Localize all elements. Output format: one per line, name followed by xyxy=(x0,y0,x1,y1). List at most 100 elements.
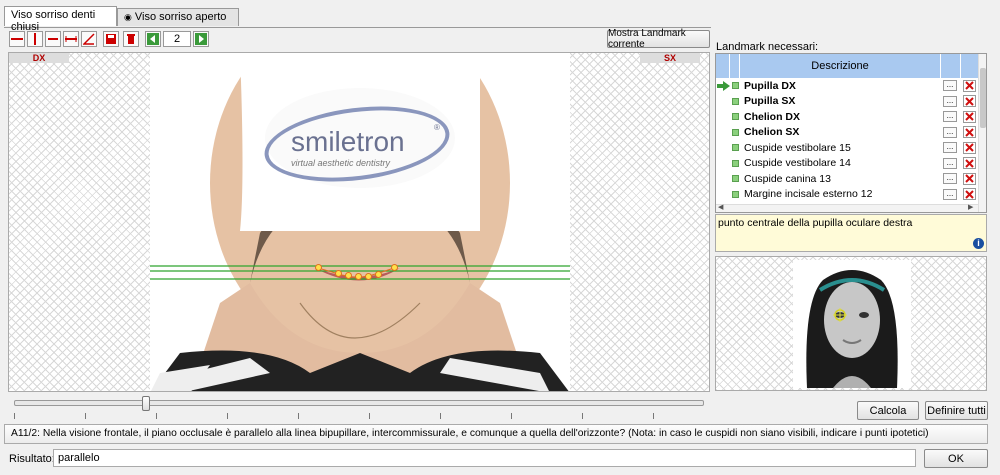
landmark-row[interactable]: Pupilla SX... xyxy=(716,94,978,109)
landmark-row[interactable]: Cuspide canina 13... xyxy=(716,171,978,186)
status-square-icon xyxy=(731,175,739,182)
arrow-left-icon xyxy=(147,33,159,45)
landmark-description-box: punto centrale della pupilla oculare des… xyxy=(715,214,987,252)
page-number-input[interactable]: 2 xyxy=(163,31,191,47)
close-icon xyxy=(964,81,974,90)
save-icon xyxy=(106,34,116,44)
landmarks-list[interactable]: Descrizione Pupilla DX... Pupilla SX... Ch… xyxy=(715,53,987,213)
status-square-icon xyxy=(731,159,739,167)
landmark-marker[interactable] xyxy=(391,264,398,271)
scroll-left-icon[interactable]: ◀ xyxy=(718,203,723,211)
close-icon xyxy=(964,112,974,121)
scroll-right-icon[interactable]: ▶ xyxy=(968,203,973,211)
previous-button[interactable] xyxy=(145,31,161,47)
close-icon xyxy=(964,96,974,106)
edit-landmark-button[interactable]: ... xyxy=(943,111,957,122)
eye-icon: ◉ xyxy=(124,12,132,22)
ok-button[interactable]: OK xyxy=(924,449,988,468)
edit-landmark-button[interactable]: ... xyxy=(943,126,957,138)
edit-landmark-button[interactable]: ... xyxy=(943,95,957,107)
close-icon xyxy=(964,127,974,137)
definire-tutti-button[interactable]: Definire tutti xyxy=(925,401,988,420)
landmark-marker[interactable] xyxy=(365,273,372,280)
edit-landmark-button[interactable]: ... xyxy=(943,142,957,153)
sx-label: SX xyxy=(640,53,700,63)
landmark-row[interactable]: Chelion DX... xyxy=(716,109,978,124)
distance-icon xyxy=(65,36,77,42)
close-icon xyxy=(964,174,974,183)
close-icon xyxy=(964,189,974,199)
angle-icon xyxy=(83,33,95,45)
delete-landmark-button[interactable] xyxy=(962,110,976,123)
zoom-slider-handle[interactable] xyxy=(142,396,150,411)
delete-landmark-button[interactable] xyxy=(962,172,976,185)
left-hatched-margin xyxy=(9,53,150,391)
tab-label: Viso sorriso aperto xyxy=(134,11,227,23)
horizontal-line-tool-button[interactable] xyxy=(9,31,25,47)
landmark-marker[interactable] xyxy=(315,264,322,271)
slider-ticks xyxy=(14,413,704,419)
landmarks-header: Descrizione xyxy=(716,54,978,78)
landmark-label: Cuspide vestibolare 15 xyxy=(744,141,851,154)
calcola-button[interactable]: Calcola xyxy=(857,401,919,420)
logo-text: smiletron xyxy=(291,126,405,157)
status-square-icon xyxy=(731,113,739,120)
scrollbar-thumb[interactable] xyxy=(980,68,986,128)
current-landmark-arrow-icon xyxy=(716,80,730,91)
reference-face-panel xyxy=(715,256,987,391)
landmark-marker[interactable] xyxy=(375,271,382,278)
vertical-line-tool-button[interactable] xyxy=(27,31,43,47)
distance-tool-button[interactable] xyxy=(63,31,79,47)
edit-landmark-button[interactable]: ... xyxy=(943,157,957,169)
landmark-label: Chelion DX xyxy=(744,110,801,123)
question-text: A11/2: Nella visione frontale, il piano … xyxy=(4,424,988,444)
landmark-marker[interactable] xyxy=(345,272,352,279)
tab-viso-sorriso-denti-chiusi[interactable]: Viso sorriso denti chiusi xyxy=(4,6,117,33)
short-line-tool-button[interactable] xyxy=(45,31,61,47)
landmark-row[interactable]: Pupilla DX... xyxy=(716,78,978,93)
save-button[interactable] xyxy=(103,31,119,47)
angle-tool-button[interactable] xyxy=(81,31,97,47)
landmark-label: Chelion SX xyxy=(744,126,800,138)
info-icon[interactable]: i xyxy=(973,238,984,249)
delete-button[interactable] xyxy=(123,31,139,47)
right-hatched-margin xyxy=(570,53,709,391)
next-button[interactable] xyxy=(193,31,209,47)
registered-mark: ® xyxy=(434,123,440,132)
delete-landmark-button[interactable] xyxy=(962,157,976,169)
result-field[interactable]: parallelo xyxy=(53,449,916,467)
delete-landmark-button[interactable] xyxy=(962,126,976,138)
dx-label: DX xyxy=(9,53,69,63)
vertical-line-icon xyxy=(34,33,36,45)
status-square-icon xyxy=(731,190,739,198)
delete-landmark-button[interactable] xyxy=(962,79,976,92)
landmark-row[interactable]: Cuspide vestibolare 15... xyxy=(716,140,978,155)
tab-viso-sorriso-aperto[interactable]: ◉ Viso sorriso aperto xyxy=(117,8,239,26)
edit-landmark-button[interactable]: ... xyxy=(943,80,957,91)
vertical-scrollbar[interactable] xyxy=(978,54,986,212)
status-square-icon xyxy=(731,144,739,151)
landmark-label: Pupilla DX xyxy=(744,79,796,92)
horizontal-line-icon xyxy=(11,38,23,40)
delete-landmark-button[interactable] xyxy=(962,95,976,107)
zoom-slider-track[interactable] xyxy=(14,400,704,406)
landmark-row[interactable]: Chelion SX... xyxy=(716,125,978,140)
landmark-row[interactable]: Cuspide vestibolare 14... xyxy=(716,156,978,171)
landmark-marker[interactable] xyxy=(355,273,362,280)
landmarks-heading: Landmark necessari: xyxy=(716,41,819,53)
edit-landmark-button[interactable]: ... xyxy=(943,188,957,200)
striped-shirt xyxy=(151,350,569,391)
segment-icon xyxy=(48,38,58,40)
delete-landmark-button[interactable] xyxy=(962,188,976,200)
landmark-row[interactable]: Margine incisale esterno 12... xyxy=(716,187,978,202)
image-panel[interactable]: DX SX smiletron virtual aesthetic dentis… xyxy=(8,52,710,392)
landmark-label: Pupilla SX xyxy=(744,95,796,107)
edit-landmark-button[interactable]: ... xyxy=(943,173,957,184)
delete-landmark-button[interactable] xyxy=(962,141,976,154)
status-square-icon xyxy=(731,128,739,136)
landmark-marker[interactable] xyxy=(335,270,342,277)
horizontal-scrollbar[interactable]: ◀ ▶ xyxy=(716,203,978,212)
show-current-landmark-button[interactable]: Mostra Landmark corrente xyxy=(607,28,710,50)
column-header-descrizione: Descrizione xyxy=(740,54,940,78)
landmark-label: Cuspide vestibolare 14 xyxy=(744,157,851,169)
